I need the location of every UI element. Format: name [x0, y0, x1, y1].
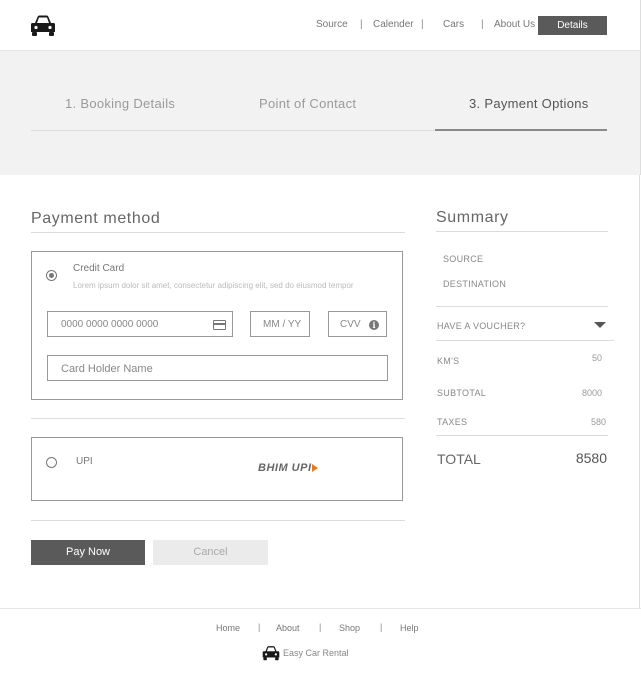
cancel-button[interactable]: Cancel — [153, 540, 268, 565]
nav-calender[interactable]: Calender — [373, 19, 414, 30]
nav-source[interactable]: Source — [316, 19, 348, 30]
destination-label: DESTINATION — [443, 279, 507, 289]
divider — [436, 306, 608, 307]
checkout-steps: 1. Booking Details Point of Contact 3. P… — [0, 51, 641, 175]
divider — [31, 232, 405, 233]
cvv-field[interactable]: CVV i — [328, 311, 387, 337]
footer-separator: | — [380, 622, 383, 632]
footer-link-shop[interactable]: Shop — [339, 623, 360, 633]
source-label: SOURCE — [443, 254, 484, 264]
taxes-value: 580 — [590, 417, 606, 427]
divider — [436, 340, 614, 341]
footer-brand: Easy Car Rental — [283, 648, 349, 658]
total-label: TOTAL — [437, 451, 481, 467]
kms-value: 50 — [591, 353, 602, 363]
card-number-field[interactable]: 0000 0000 0000 0000 — [47, 311, 233, 337]
step-point-of-contact[interactable]: Point of Contact — [259, 96, 356, 111]
car-icon[interactable] — [30, 14, 56, 37]
credit-card-description: Lorem ipsum dolor sit amet, consectetur … — [73, 281, 354, 290]
upi-label: UPI — [76, 456, 93, 467]
footer-link-home[interactable]: Home — [216, 623, 240, 633]
divider — [436, 435, 608, 436]
upi-option[interactable] — [31, 437, 403, 501]
voucher-toggle[interactable]: HAVE A VOUCHER? — [437, 321, 525, 331]
kms-label: KM'S — [437, 356, 460, 366]
credit-card-label: Credit Card — [73, 263, 125, 274]
footer-link-help[interactable]: Help — [400, 623, 419, 633]
subtotal-value: 8000 — [581, 388, 602, 398]
footer-separator: | — [258, 622, 261, 632]
header: Source | Calender | Cars | About Us Deta… — [0, 0, 641, 51]
card-number-placeholder: 0000 0000 0000 0000 — [61, 319, 159, 330]
step-booking-details[interactable]: 1. Booking Details — [65, 96, 175, 111]
upi-arrow-icon — [311, 464, 318, 473]
active-step-indicator — [435, 129, 607, 131]
footer: Home | About | Shop | Help Easy Car Rent… — [0, 608, 641, 673]
chevron-down-icon[interactable] — [594, 322, 606, 328]
divider — [31, 418, 405, 419]
nav-separator: | — [421, 19, 424, 30]
upi-radio[interactable] — [46, 457, 57, 468]
expiry-placeholder: MM / YY — [263, 319, 302, 330]
credit-card-icon — [213, 320, 226, 330]
nav-about-us[interactable]: About Us — [494, 19, 535, 30]
credit-card-radio[interactable] — [46, 270, 57, 281]
bhim-upi-logo: BHIM UPI — [258, 462, 318, 474]
step-payment-options[interactable]: 3. Payment Options — [469, 96, 589, 111]
page-edge — [639, 175, 640, 608]
bhim-upi-logo-text: BHIM UPI — [258, 462, 312, 474]
details-button[interactable]: Details — [538, 16, 607, 35]
subtotal-label: SUBTOTAL — [437, 388, 487, 398]
summary-title: Summary — [436, 209, 509, 226]
total-value: 8580 — [575, 450, 607, 466]
footer-separator: | — [319, 622, 322, 632]
cvv-placeholder: CVV — [340, 319, 361, 330]
footer-link-about[interactable]: About — [276, 623, 300, 633]
divider — [436, 231, 608, 232]
info-icon[interactable]: i — [369, 320, 379, 330]
nav-separator: | — [360, 19, 363, 30]
payment-method-title: Payment method — [31, 210, 161, 227]
card-holder-placeholder: Card Holder Name — [61, 363, 153, 375]
nav-separator: | — [481, 19, 484, 30]
taxes-label: TAXES — [437, 417, 468, 427]
pay-now-button[interactable]: Pay Now — [31, 540, 145, 565]
nav-cars[interactable]: Cars — [443, 19, 464, 30]
car-icon — [262, 646, 280, 661]
expiry-field[interactable]: MM / YY — [250, 311, 310, 337]
divider — [31, 520, 405, 521]
card-holder-name-field[interactable]: Card Holder Name — [47, 355, 388, 381]
